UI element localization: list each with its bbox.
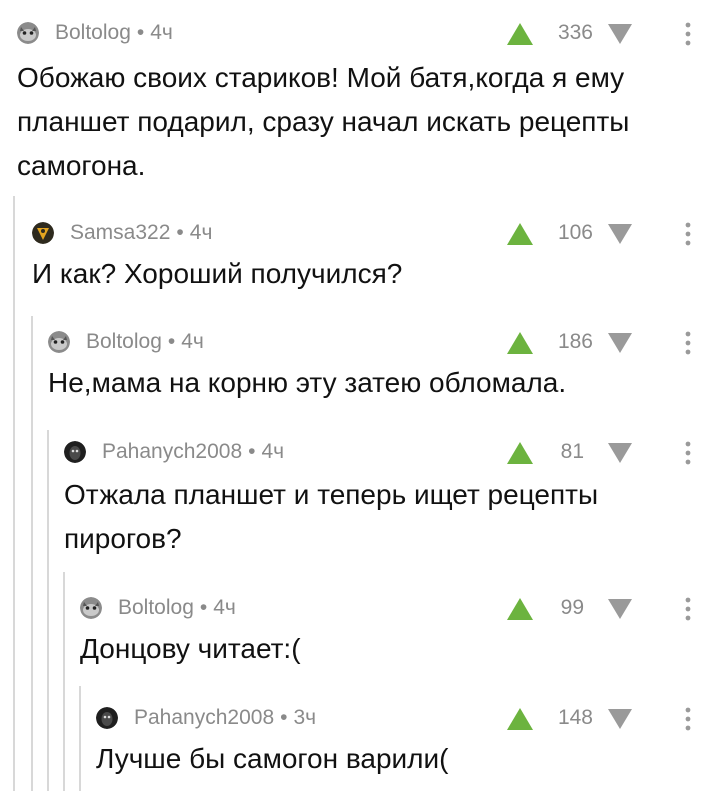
comment-text: Обожаю своих стариков! Мой батя,когда я … (17, 56, 629, 188)
avatar[interactable] (80, 597, 102, 619)
upvote-icon[interactable] (507, 708, 533, 730)
avatar[interactable] (17, 22, 39, 44)
downvote-icon[interactable] (608, 333, 632, 353)
downvote-icon[interactable] (608, 443, 632, 463)
rating: 336 (557, 21, 593, 44)
downvote-icon[interactable] (608, 599, 632, 619)
author-name[interactable]: Boltolog (55, 21, 131, 45)
comment-meta: Boltolog • 4ч (80, 593, 236, 623)
comment-text-line: пирогов? (64, 523, 182, 554)
more-options-icon[interactable] (678, 595, 698, 623)
rating: 99 (560, 596, 584, 619)
author-name[interactable]: Pahanych2008 (134, 706, 274, 730)
more-options-icon[interactable] (678, 220, 698, 248)
upvote-icon[interactable] (507, 23, 533, 45)
downvote-icon[interactable] (608, 709, 632, 729)
more-options-icon[interactable] (678, 20, 698, 48)
comment-text-line: Обожаю своих стариков! Мой батя,когда я … (17, 62, 625, 93)
comment-time: 4ч (150, 21, 173, 44)
rating: 186 (557, 330, 593, 353)
comment-time: 4ч (189, 221, 213, 244)
rating: 81 (560, 440, 584, 463)
meta-separator: • (167, 330, 176, 353)
avatar[interactable] (32, 222, 54, 244)
downvote-icon[interactable] (608, 24, 632, 44)
thread-line-4 (63, 572, 65, 791)
thread-line-2 (31, 316, 33, 791)
comment-text-line: Отжала планшет и теперь ищет рецепты (64, 479, 599, 510)
thread-line-1 (13, 196, 15, 791)
meta-separator: • (248, 440, 256, 463)
more-options-icon[interactable] (678, 439, 698, 467)
comment-text: Не,мама на корню эту затею обломала. (48, 361, 566, 405)
author-name[interactable]: Boltolog (118, 596, 194, 620)
comment-text: Отжала планшет и теперь ищет рецепты пир… (64, 473, 598, 561)
comment-text-line: Донцову читает:( (80, 633, 301, 664)
comment-text-line: Лучше бы самогон варили( (96, 743, 449, 774)
comment-meta: Samsa322 • 4ч (32, 218, 212, 248)
meta-separator: • (280, 706, 288, 729)
rating: 148 (557, 706, 593, 729)
more-options-icon[interactable] (678, 329, 698, 357)
comment-time: 4ч (213, 596, 236, 619)
avatar[interactable] (96, 707, 118, 729)
author-name[interactable]: Samsa322 (70, 221, 170, 245)
comment-text: И как? Хороший получился? (32, 252, 402, 296)
rating: 106 (557, 221, 593, 244)
comment-time: 4ч (261, 440, 285, 463)
comment-text-line: самогона. (17, 150, 146, 181)
meta-separator: • (136, 21, 145, 44)
thread-line-5 (79, 686, 81, 791)
comment-meta: Pahanych2008 • 4ч (64, 437, 284, 467)
comment-text-line: Не,мама на корню эту затею обломала. (48, 367, 567, 398)
comment-meta: Boltolog • 4ч (48, 327, 204, 357)
avatar[interactable] (48, 331, 70, 353)
comment-time: 4ч (181, 330, 204, 353)
comment-meta: Pahanych2008 • 3ч (96, 703, 316, 733)
comment-time: 3ч (293, 706, 317, 729)
avatar[interactable] (64, 441, 86, 463)
meta-separator: • (176, 221, 184, 244)
upvote-icon[interactable] (507, 332, 533, 354)
comment-text: Лучше бы самогон варили( (96, 737, 449, 781)
author-name[interactable]: Pahanych2008 (102, 440, 242, 464)
thread-line-3 (47, 430, 49, 791)
comment-meta: Boltolog • 4ч (17, 18, 173, 48)
author-name[interactable]: Boltolog (86, 330, 162, 354)
more-options-icon[interactable] (678, 705, 698, 733)
comment-text: Донцову читает:( (80, 627, 301, 671)
upvote-icon[interactable] (507, 223, 533, 245)
meta-separator: • (199, 596, 208, 619)
downvote-icon[interactable] (608, 224, 632, 244)
comment-text-line: планшет подарил, сразу начал искать реце… (17, 106, 630, 137)
comment-text-line: И как? Хороший получился? (32, 258, 403, 289)
